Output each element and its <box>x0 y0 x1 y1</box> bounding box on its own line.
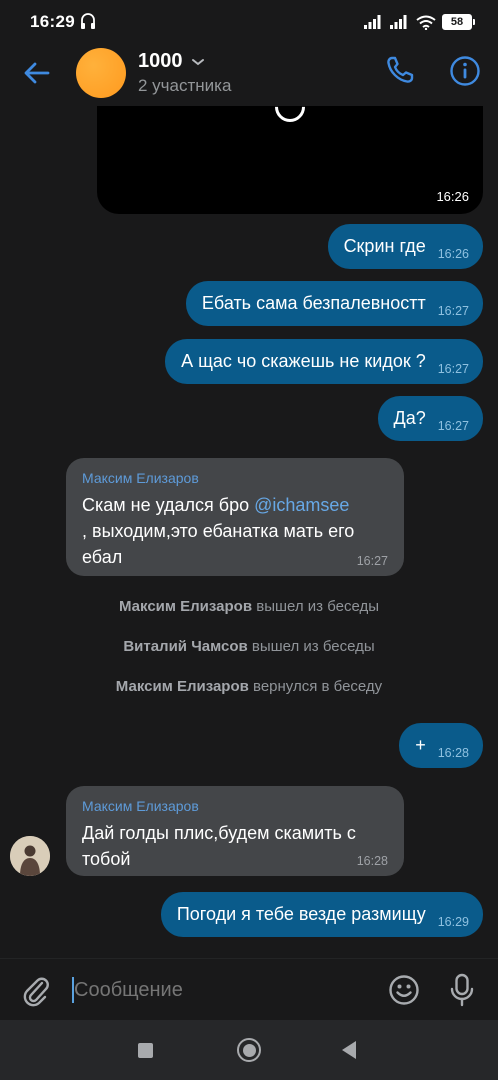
message-time: 16:26 <box>436 189 469 204</box>
outgoing-message[interactable]: + 16:28 <box>399 723 483 768</box>
message-time: 16:27 <box>437 361 469 376</box>
smile-icon[interactable] <box>388 974 420 1006</box>
service-message: Виталий Чамсов вышел из беседы <box>0 638 498 655</box>
message-time: 16:27 <box>437 303 469 318</box>
outgoing-message[interactable]: Ебать сама безпалевностт 16:27 <box>185 281 483 326</box>
outgoing-message[interactable]: А щас чо скажешь не кидок ? 16:27 <box>165 339 483 384</box>
message-time: 16:27 <box>356 554 388 568</box>
service-user[interactable]: Виталий Чамсов <box>123 638 247 655</box>
headphones-icon <box>81 13 95 29</box>
home-icon-inner <box>242 1043 256 1057</box>
message-text: Скрин где <box>343 236 426 256</box>
message-text: А щас чо скажешь не кидок ? <box>181 351 426 371</box>
service-user[interactable]: Максим Елизаров <box>119 598 252 615</box>
service-action: вышел из беседы <box>256 598 380 615</box>
media-message[interactable]: 16:26 <box>97 106 483 214</box>
message-input[interactable] <box>74 979 364 1002</box>
message-time: 16:26 <box>437 246 469 261</box>
battery-icon: 58 <box>442 14 475 30</box>
status-icons: 58 <box>364 12 475 32</box>
service-message: Максим Елизаров вышел из беседы <box>0 598 498 615</box>
wifi-icon <box>416 15 436 30</box>
outgoing-message[interactable]: Погоди я тебе везде размищу 16:29 <box>160 892 483 937</box>
message-time: 16:29 <box>437 914 469 929</box>
system-navbar <box>0 1020 498 1080</box>
outgoing-message[interactable]: Да? 16:27 <box>377 396 483 441</box>
message-text-part: Скам не удался бро <box>82 495 255 515</box>
chat-avatar[interactable] <box>76 48 126 98</box>
incoming-message[interactable]: Максим Елизаров Скам не удался бро @icha… <box>66 458 404 576</box>
microphone-icon[interactable] <box>448 973 476 1007</box>
message-feed[interactable]: 16:26 Скрин где 16:26 Ебать сама безпале… <box>0 106 498 958</box>
message-time: 16:28 <box>437 745 469 760</box>
sender-name[interactable]: Максим Елизаров <box>82 798 386 814</box>
chat-subtitle: 2 участника <box>138 76 232 95</box>
arrow-left-icon[interactable] <box>22 58 52 88</box>
battery-level: 58 <box>443 15 471 29</box>
message-composer <box>0 958 498 1020</box>
chat-title: 1000 <box>138 50 183 72</box>
message-time: 16:27 <box>437 418 469 433</box>
info-icon[interactable] <box>449 55 481 87</box>
message-text: Погоди я тебе везде размищу <box>176 904 426 924</box>
message-text: Дай голды плис,будем скамить с тобой <box>82 823 356 869</box>
person-photo-icon <box>10 836 50 876</box>
chat-header: 1000 2 участника <box>0 44 498 106</box>
avatar[interactable] <box>10 836 50 876</box>
home-icon[interactable] <box>237 1038 261 1062</box>
status-bar: 16:29 58 <box>0 0 498 44</box>
service-action: вышел из беседы <box>251 638 375 655</box>
chevron-down-icon <box>191 58 204 65</box>
service-action: вернулся в беседу <box>253 678 383 695</box>
message-text: Да? <box>393 408 426 428</box>
message-text: + <box>415 735 426 755</box>
back-triangle-icon[interactable] <box>342 1041 356 1059</box>
service-user[interactable]: Максим Елизаров <box>116 678 249 695</box>
incoming-message[interactable]: Максим Елизаров Дай голды плис,будем ска… <box>66 786 404 876</box>
loading-spinner-icon <box>268 106 312 129</box>
signal-icon <box>364 15 381 29</box>
chat-title-row[interactable]: 1000 <box>138 50 205 73</box>
paperclip-icon[interactable] <box>22 975 50 1007</box>
phone-icon[interactable] <box>384 54 416 86</box>
recents-icon[interactable] <box>138 1043 153 1058</box>
sender-name[interactable]: Максим Елизаров <box>82 470 386 486</box>
message-text: Ебать сама безпалевностт <box>201 293 426 313</box>
mention-link[interactable]: @ichamsee <box>254 495 349 515</box>
message-text: Скам не удался бро @ichamsee , выходим,эт… <box>82 492 386 570</box>
outgoing-message[interactable]: Скрин где 16:26 <box>327 224 483 269</box>
status-time: 16:29 <box>30 12 75 31</box>
message-time: 16:28 <box>356 854 388 868</box>
service-message: Максим Елизаров вернулся в беседу <box>0 678 498 695</box>
message-text-part: , выходим,это ебанатка мать его ебал <box>82 521 355 567</box>
signal-icon-2 <box>390 15 407 29</box>
